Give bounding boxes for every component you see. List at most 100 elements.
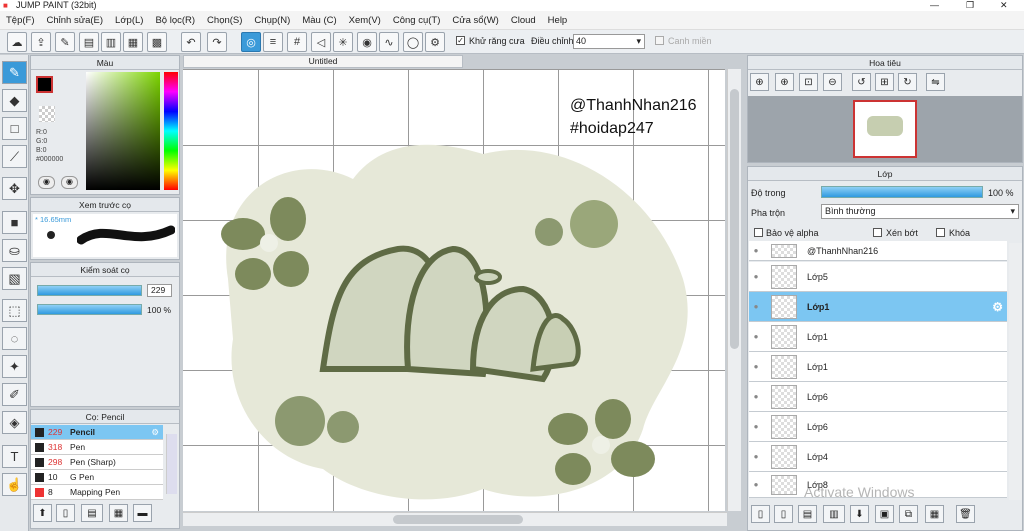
restore-icon[interactable]: ❐ — [966, 0, 974, 11]
brush-size-input[interactable]: 229 — [147, 284, 172, 297]
layer-opacity-slider[interactable] — [821, 186, 983, 198]
menu-item[interactable]: Cloud — [505, 15, 542, 26]
menu-item[interactable]: Màu (C) — [296, 15, 342, 26]
copy-layer-icon[interactable]: ▤ — [798, 505, 817, 523]
visibility-icon[interactable]: ● — [749, 422, 763, 431]
layer-row[interactable]: ● Lớp1 ⚙ — [749, 292, 1007, 322]
page-icon[interactable]: ▥ — [101, 32, 121, 52]
zoom-out-icon[interactable]: ⊖ — [823, 73, 842, 91]
undo-icon[interactable]: ↶ — [181, 32, 201, 52]
foreground-color-swatch[interactable] — [36, 76, 53, 93]
layer-row[interactable]: ● Lớp4 — [749, 442, 1007, 472]
layer-menu-icon[interactable]: ▥ — [823, 505, 845, 523]
snap-circle-icon[interactable]: ◉ — [357, 32, 377, 52]
bucket-tool-icon[interactable]: ⛀ — [2, 239, 27, 262]
fill-rect-tool-icon[interactable]: ■ — [2, 211, 27, 234]
brush-menu-icon[interactable]: ▤ — [81, 504, 103, 522]
adjust-dropdown[interactable]: 40 ▾ — [573, 34, 645, 49]
visibility-icon[interactable]: ● — [749, 302, 763, 311]
rotate-left-icon[interactable]: ↺ — [852, 73, 871, 91]
message-icon[interactable]: ▤ — [79, 32, 99, 52]
menu-item[interactable]: Chụp(N) — [248, 15, 296, 26]
blend-mode-dropdown[interactable]: Bình thường ▾ — [821, 204, 1019, 219]
snap-grid-icon[interactable]: # — [287, 32, 307, 52]
brush-tool-icon[interactable]: ✎ — [2, 61, 27, 84]
brush-item[interactable]: 10 G Pen — [31, 470, 163, 485]
layer-clip-icon[interactable]: ⧉ — [899, 505, 918, 523]
antialias-checkbox[interactable]: ✓ — [456, 36, 465, 45]
canvas-hscrollbar[interactable] — [183, 512, 727, 526]
flip-icon[interactable]: ⇋ — [926, 73, 945, 91]
layer-row[interactable]: ● Lớp5 — [749, 262, 1007, 292]
gear-icon[interactable]: ⚙ — [992, 300, 1003, 314]
brush-item[interactable]: 229 Pencil ⚙ — [31, 425, 163, 440]
brush-list-scrollbar[interactable] — [166, 434, 177, 494]
magic-wand-icon[interactable]: ✦ — [2, 355, 27, 378]
line-tool-icon[interactable]: ⟋ — [2, 145, 27, 168]
grid-view-icon[interactable]: ▩ — [147, 32, 167, 52]
snap-radial-icon[interactable]: ✳ — [333, 32, 353, 52]
brush-settings-icon[interactable]: ▦ — [109, 504, 128, 522]
visibility-icon[interactable]: ● — [749, 452, 763, 461]
menu-item[interactable]: Xem(V) — [343, 15, 387, 26]
clipping-checkbox[interactable] — [873, 228, 882, 237]
hue-slider[interactable] — [164, 72, 178, 190]
brush-opacity-slider[interactable] — [37, 304, 142, 315]
visibility-icon[interactable]: ● — [749, 246, 763, 255]
layers-scrollbar[interactable] — [1009, 243, 1022, 500]
text-tool-icon[interactable]: T — [2, 445, 27, 468]
menu-item[interactable]: Cửa sổ(W) — [446, 15, 504, 26]
close-icon[interactable]: ✕ — [1000, 0, 1008, 11]
brush-item[interactable]: 8 Mapping Pen — [31, 485, 163, 500]
saturation-value-picker[interactable] — [86, 72, 160, 190]
hand-tool-icon[interactable]: ☝ — [2, 473, 27, 496]
add-brush-icon[interactable]: ⬆ — [33, 504, 52, 522]
navigator-thumbnail[interactable] — [853, 100, 917, 158]
merge-down-icon[interactable]: ⬇ — [850, 505, 869, 523]
zoom-plus-icon[interactable]: ⊕ — [775, 73, 794, 91]
gear-icon[interactable]: ⚙ — [151, 425, 159, 439]
lasso-tool-icon[interactable]: ◌ — [2, 327, 27, 350]
brush-item[interactable]: 318 Pen — [31, 440, 163, 455]
new-layer-folder-icon[interactable]: ▯ — [774, 505, 793, 523]
fit-icon[interactable]: ⊡ — [799, 73, 818, 91]
brush-item[interactable]: 298 Pen (Sharp) — [31, 455, 163, 470]
new-layer-icon[interactable]: ▯ — [751, 505, 770, 523]
visibility-icon[interactable]: ● — [749, 480, 763, 489]
new-brush-icon[interactable]: ▯ — [56, 504, 75, 522]
minimize-icon[interactable]: — — [930, 0, 939, 11]
layer-row[interactable]: ● Lớp6 — [749, 382, 1007, 412]
canvas-vscrollbar[interactable] — [727, 69, 741, 511]
layer-mask-icon[interactable]: ▣ — [875, 505, 894, 523]
export-icon[interactable]: ⇪ — [31, 32, 51, 52]
menu-item[interactable]: Lớp(L) — [109, 15, 149, 26]
visibility-icon[interactable]: ● — [749, 392, 763, 401]
select-pen-icon[interactable]: ✐ — [2, 383, 27, 406]
document-tab[interactable]: Untitled — [183, 55, 463, 68]
snap-settings-icon[interactable]: ⚙ — [425, 32, 445, 52]
redo-icon[interactable]: ↷ — [207, 32, 227, 52]
drawing-canvas[interactable]: @ThanhNhan216 #hoidap247 — [183, 69, 725, 511]
eraser-tool-icon[interactable]: ◆ — [2, 89, 27, 112]
menu-item[interactable]: Chọn(S) — [201, 15, 248, 26]
snap-off-icon[interactable]: ◎ — [241, 32, 261, 52]
menu-item[interactable]: Công cụ(T) — [387, 15, 447, 26]
transparent-swatch[interactable] — [39, 106, 55, 122]
layer-row[interactable]: ● Lớp1 — [749, 352, 1007, 382]
visibility-icon[interactable]: ● — [749, 332, 763, 341]
page-edit-icon[interactable]: ▦ — [123, 32, 143, 52]
visibility-icon[interactable]: ● — [749, 272, 763, 281]
comment-icon[interactable]: ✎ — [55, 32, 75, 52]
rotate-right-icon[interactable]: ↻ — [898, 73, 917, 91]
move-tool-icon[interactable]: ✥ — [2, 177, 27, 200]
layer-row[interactable]: ● Lớp6 — [749, 412, 1007, 442]
color-picker-icon[interactable]: ◉ — [38, 176, 55, 189]
select-eraser-icon[interactable]: ◈ — [2, 411, 27, 434]
snap-ellipse-icon[interactable]: ◯ — [403, 32, 423, 52]
layer-row[interactable]: ● @ThanhNhan216 — [749, 241, 1007, 261]
reset-view-icon[interactable]: ⊞ — [875, 73, 894, 91]
brush-folder-icon[interactable]: ▬ — [133, 504, 152, 522]
snap-parallel-icon[interactable]: ≡ — [263, 32, 283, 52]
layer-row[interactable]: ● Lớp1 — [749, 322, 1007, 352]
visibility-icon[interactable]: ● — [749, 362, 763, 371]
